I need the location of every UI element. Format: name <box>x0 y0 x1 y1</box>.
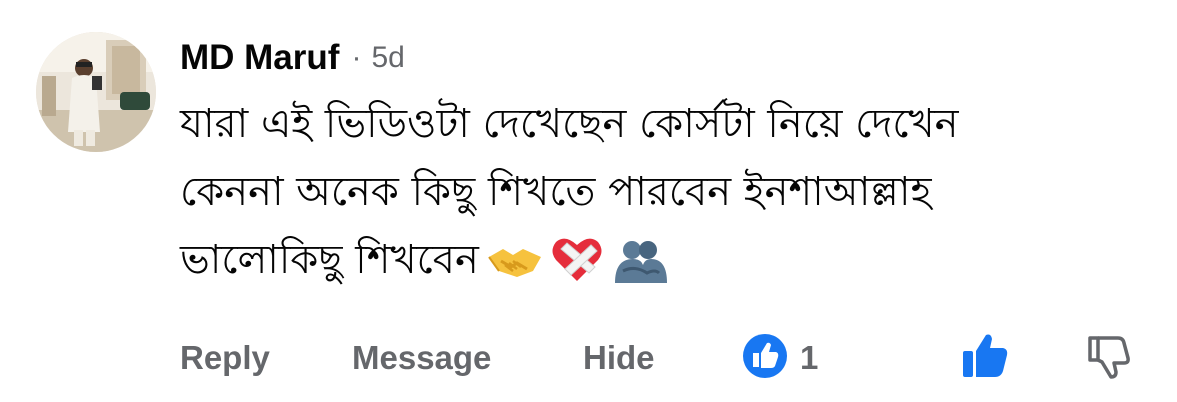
reaction-summary[interactable]: 1 <box>742 332 818 384</box>
author-name[interactable]: MD Maruf <box>180 38 339 78</box>
like-reaction-icon <box>742 333 788 383</box>
handshake-emoji <box>487 236 543 304</box>
comment-line-last: ভালোকিছু শিখবেন <box>180 226 1140 304</box>
comment-body: যারা এই ভিডিওটা দেখেছেন কোর্সটা নিয়ে দে… <box>180 90 1140 304</box>
comment-header: MD Maruf · 5d <box>180 36 405 80</box>
thumbs-down-icon <box>1086 332 1132 384</box>
comment-line: যারা এই ভিডিওটা দেখেছেন কোর্সটা নিয়ে দে… <box>180 101 959 147</box>
message-button[interactable]: Message <box>352 332 491 384</box>
reaction-count: 1 <box>800 339 819 376</box>
reply-button[interactable]: Reply <box>180 332 270 384</box>
mending-heart-emoji <box>551 235 603 304</box>
timestamp[interactable]: 5d <box>371 41 404 75</box>
separator-dot: · <box>351 41 362 74</box>
avatar[interactable] <box>36 32 156 152</box>
comment-line: কেননা অনেক কিছু শিখতে পারবেন ইনশাআল্লাহ <box>180 169 932 215</box>
comment-line-text: ভালোকিছু শিখবেন <box>180 237 479 283</box>
hide-button[interactable]: Hide <box>583 332 655 384</box>
people-hugging-emoji <box>611 236 669 304</box>
thumbs-up-icon <box>960 331 1010 385</box>
comment-actions: Reply Message Hide 1 <box>180 332 1140 384</box>
dislike-button[interactable] <box>1086 332 1132 384</box>
like-button[interactable] <box>960 332 1010 384</box>
avatar-photo <box>36 32 156 152</box>
